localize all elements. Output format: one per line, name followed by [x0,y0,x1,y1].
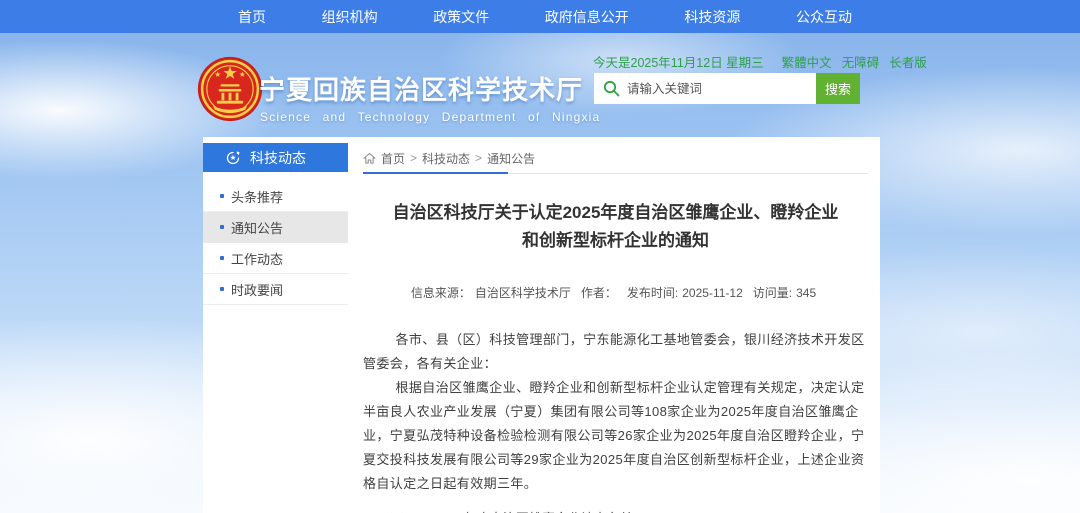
sidebar-item-label: 头条推荐 [231,187,283,206]
sidebar-item-notices[interactable]: 通知公告 [203,212,348,243]
meta-views: 345 [796,286,816,300]
top-nav: 首页 组织机构 政策文件 政府信息公开 科技资源 公众互动 [0,0,1080,33]
breadcrumb-divider [363,172,868,175]
breadcrumb: 首页 > 科技动态 > 通知公告 [363,148,868,168]
link-traditional-chinese[interactable]: 繁體中文 [782,52,832,71]
bullet-icon [220,225,224,229]
article-area: 首页 > 科技动态 > 通知公告 自治区科技厅关于认定2025年度自治区雏鹰企业… [363,137,868,513]
search-box [594,73,816,104]
meta-author-label: 作者： [581,286,617,300]
site-logo[interactable] [196,55,264,123]
article-meta: 信息来源： 自治区科学技术厅作者： 发布时间: 2025-11-12 访问量: 345 [363,284,868,301]
search-button[interactable]: 搜索 [816,73,860,104]
attachments: 附件： 1.2025年度自治区雏鹰企业认定名单 2.2025年度自治区瞪羚企业认… [363,509,868,513]
bullet-icon [220,194,224,198]
today-date: 今天是2025年11月12日 星期三 [593,52,764,71]
meta-views-label: 访问量: [753,286,792,300]
meta-time: 2025-11-12 [682,286,743,300]
nav-item-tech-resources[interactable]: 科技资源 [684,7,740,27]
national-emblem-icon [196,55,264,123]
page: 首页 组织机构 政策文件 政府信息公开 科技资源 公众互动 宁夏回族自治区科学技… [0,0,1080,513]
sidebar-title: 科技动态 [250,148,306,168]
article-paragraph: 根据自治区雏鹰企业、瞪羚企业和创新型标杆企业认定管理有关规定，决定认定半亩良人农… [363,376,868,496]
breadcrumb-separator: > [410,151,417,165]
header-utility-row: 今天是2025年11月12日 星期三 繁體中文 无障碍 长者版 [593,52,871,71]
sidebar: 科技动态 头条推荐 通知公告 工作动态 时政要闻 [203,137,348,305]
sidebar-item-label: 通知公告 [231,218,283,237]
article-title-line2: 和创新型标杆企业的通知 [522,231,709,250]
news-section-icon [225,150,241,166]
breadcrumb-notices[interactable]: 通知公告 [487,150,535,167]
article-title: 自治区科技厅关于认定2025年度自治区雏鹰企业、瞪羚企业 和创新型标杆企业的通知 [363,199,868,255]
breadcrumb-separator: > [475,151,482,165]
search-icon [603,80,620,97]
site-title: 宁夏回族自治区科学技术厅 [259,70,583,107]
meta-source-label: 信息来源： [411,286,471,300]
attachments-list: 1.2025年度自治区雏鹰企业认定名单 2.2025年度自治区瞪羚企业认定名单 … [424,509,672,513]
article-title-line1: 自治区科技厅关于认定2025年度自治区雏鹰企业、瞪羚企业 [393,203,839,222]
breadcrumb-home[interactable]: 首页 [381,150,405,167]
home-icon [363,152,376,165]
nav-item-home[interactable]: 首页 [238,7,266,27]
link-elderly-version[interactable]: 长者版 [889,52,927,71]
site-subtitle: Science and Technology Department of Nin… [260,110,600,124]
breadcrumb-tech-news[interactable]: 科技动态 [422,150,470,167]
search-bar: 搜索 [594,73,860,104]
article-body: 各市、县（区）科技管理部门，宁东能源化工基地管委会，银川经济技术开发区管委会，各… [363,328,868,496]
attachments-label: 附件： [385,509,424,513]
meta-time-label: 发布时间: [627,286,678,300]
sidebar-item-headlines[interactable]: 头条推荐 [203,181,348,212]
nav-item-public-interaction[interactable]: 公众互动 [796,7,852,27]
bullet-icon [220,256,224,260]
meta-source: 自治区科学技术厅 [475,286,571,300]
search-input[interactable] [594,73,816,104]
sidebar-item-work-trends[interactable]: 工作动态 [203,243,348,274]
content-panel: 科技动态 头条推荐 通知公告 工作动态 时政要闻 [203,137,880,513]
bullet-icon [220,287,224,291]
sidebar-item-label: 时政要闻 [231,280,283,299]
sidebar-item-label: 工作动态 [231,249,283,268]
article-paragraph: 各市、县（区）科技管理部门，宁东能源化工基地管委会，银川经济技术开发区管委会，各… [363,328,868,376]
sidebar-item-current-politics[interactable]: 时政要闻 [203,274,348,305]
nav-item-policy-documents[interactable]: 政策文件 [433,7,489,27]
sidebar-menu: 头条推荐 通知公告 工作动态 时政要闻 [203,181,348,305]
link-accessibility[interactable]: 无障碍 [842,52,880,71]
nav-item-gov-info-disclosure[interactable]: 政府信息公开 [545,7,629,27]
nav-item-organization[interactable]: 组织机构 [322,7,378,27]
sidebar-header: 科技动态 [203,143,348,172]
attachment-link-1[interactable]: 1.2025年度自治区雏鹰企业认定名单 [424,509,672,513]
